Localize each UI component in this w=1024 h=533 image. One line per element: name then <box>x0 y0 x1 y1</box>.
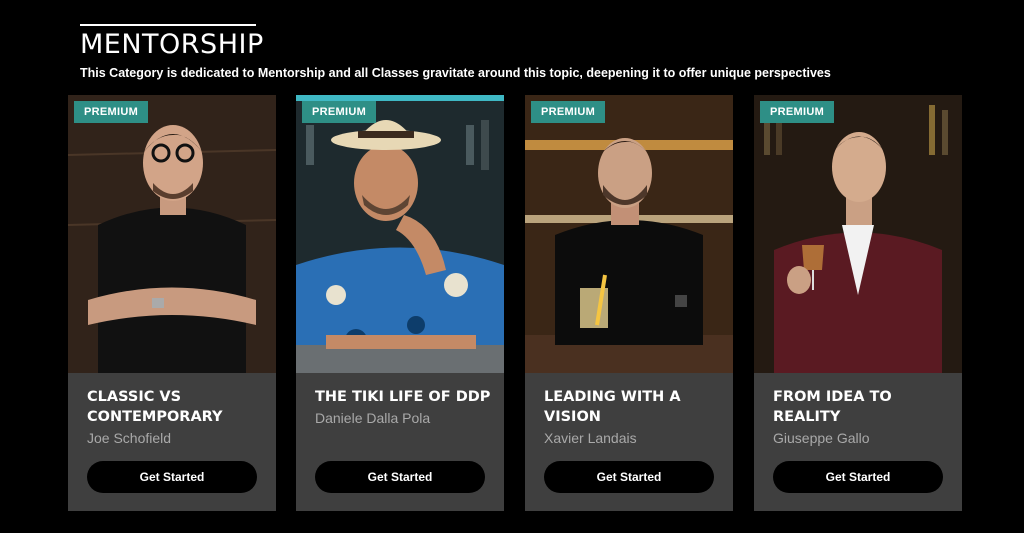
get-started-button[interactable]: Get Started <box>315 461 485 493</box>
class-card[interactable]: PREMIUM FROM IDEA TO REALITY Giuseppe Ga… <box>754 95 962 511</box>
mentor-photo[interactable]: PREMIUM <box>754 95 962 373</box>
mentor-photo[interactable]: PREMIUM <box>68 95 276 373</box>
premium-badge: PREMIUM <box>531 101 606 123</box>
get-started-button[interactable]: Get Started <box>87 461 257 493</box>
class-card[interactable]: PREMIUM CLASSIC VS CONTEMPORARY Joe Scho… <box>68 95 276 511</box>
get-started-button[interactable]: Get Started <box>544 461 714 493</box>
mentor-name: Daniele Dalla Pola <box>315 410 431 426</box>
class-card[interactable]: PREMIUM LEADING WITH A VISION Xavier Lan… <box>525 95 733 511</box>
premium-badge: PREMIUM <box>74 101 149 123</box>
class-title[interactable]: THE TIKI LIFE OF DDP <box>315 387 492 407</box>
mentor-photo[interactable]: PREMIUM <box>525 95 733 373</box>
class-title[interactable]: LEADING WITH A VISION <box>544 387 721 427</box>
premium-badge: PREMIUM <box>760 101 835 123</box>
mentor-name: Giuseppe Gallo <box>773 430 870 446</box>
category-header: MENTORSHIP This Category is dedicated to… <box>80 24 831 80</box>
mentor-name: Xavier Landais <box>544 430 637 446</box>
title-rule <box>80 24 256 26</box>
mentor-photo[interactable]: PREMIUM <box>296 95 504 373</box>
class-title[interactable]: FROM IDEA TO REALITY <box>773 387 950 427</box>
mentor-name: Joe Schofield <box>87 430 172 446</box>
class-card[interactable]: PREMIUM THE TIKI LIFE OF DDP Daniele Dal… <box>296 95 504 511</box>
class-title[interactable]: CLASSIC VS CONTEMPORARY <box>87 387 264 427</box>
get-started-button[interactable]: Get Started <box>773 461 943 493</box>
premium-badge: PREMIUM <box>302 101 377 123</box>
category-description: This Category is dedicated to Mentorship… <box>80 66 831 80</box>
page-title: MENTORSHIP <box>80 29 264 60</box>
